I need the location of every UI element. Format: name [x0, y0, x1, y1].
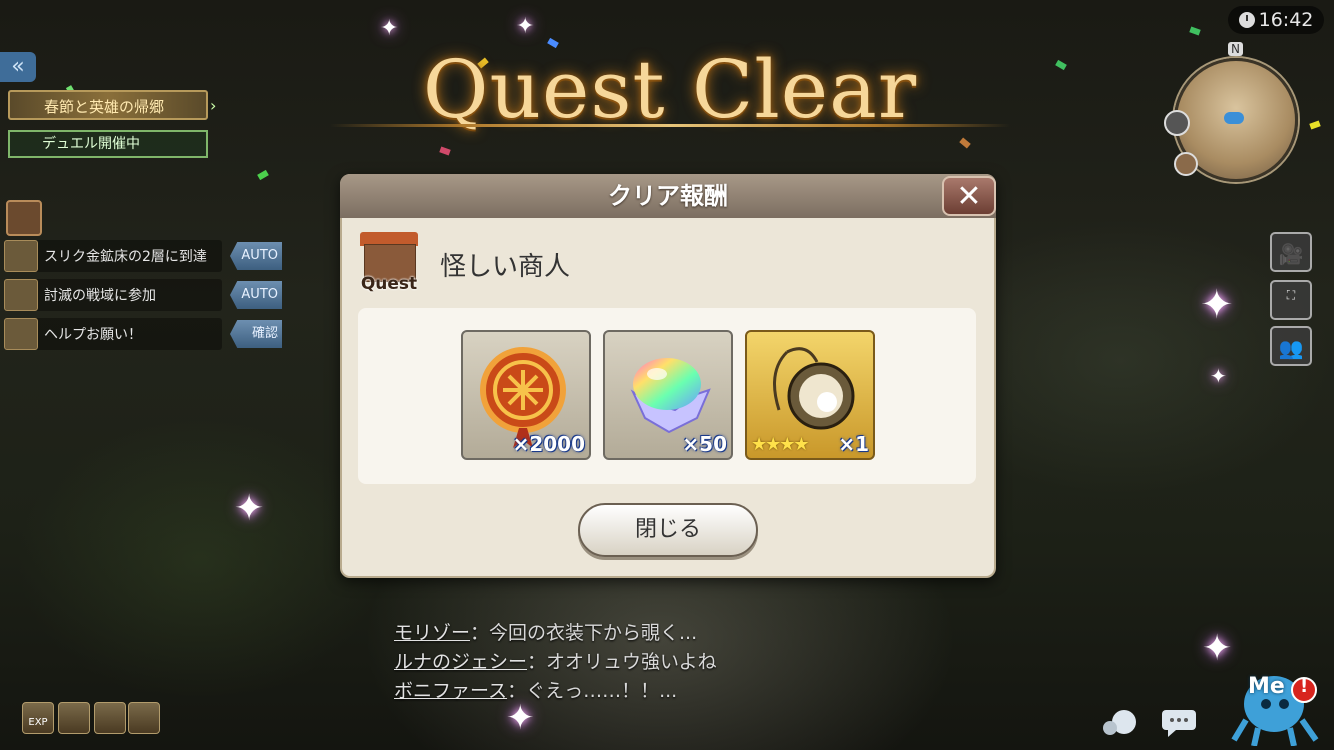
- buff-icon[interactable]: [58, 702, 90, 734]
- title-divider: [330, 124, 1010, 127]
- buff-icon[interactable]: [128, 702, 160, 734]
- confirm-button[interactable]: 確認: [230, 320, 282, 348]
- compass-north-icon: N: [1228, 42, 1243, 56]
- alert-icon: !: [1300, 676, 1309, 697]
- duel-banner-label: デュエル開催中: [42, 136, 140, 152]
- close-icon[interactable]: ✕: [942, 176, 996, 216]
- auto-button[interactable]: AUTO: [230, 281, 282, 309]
- collapse-panel-button[interactable]: «: [0, 52, 36, 82]
- chat-line: ボニファース：ぐえっ……！！...: [394, 676, 677, 703]
- reward-item[interactable]: ×50: [603, 330, 733, 460]
- chat-line: ルナのジェシー：オオリュウ強いよね: [394, 647, 717, 674]
- chevron-right-icon: ›: [210, 96, 217, 115]
- sparkle-icon: ✦: [506, 698, 535, 738]
- quest-list-icon[interactable]: [6, 200, 42, 236]
- auto-button[interactable]: AUTO: [230, 242, 282, 270]
- chat-message: ：今回の衣装下から覗く...: [470, 622, 698, 644]
- sparkle-icon: ✦: [1200, 282, 1234, 328]
- rarity-stars-icon: ★★★★: [751, 434, 810, 455]
- quest-item[interactable]: 討滅の戦域に参加: [4, 279, 222, 311]
- exp-label: EXP: [28, 717, 48, 728]
- clock: 16:42: [1228, 6, 1324, 34]
- reward-item[interactable]: ×2000: [461, 330, 591, 460]
- reward-count: ×1: [838, 432, 869, 456]
- reward-count: ×2000: [512, 432, 585, 456]
- quest-item-label: ヘルプお願い！: [44, 327, 142, 343]
- exp-boost-icon[interactable]: EXP: [22, 702, 54, 734]
- clock-icon: [1238, 12, 1255, 28]
- quest-item[interactable]: ヘルプお願い！: [4, 318, 222, 350]
- quest-item-icon: [4, 279, 38, 311]
- sparkle-icon: ✦: [1210, 364, 1227, 388]
- clock-time: 16:42: [1258, 9, 1314, 31]
- chat-message: ：オオリュウ強いよね: [527, 651, 717, 673]
- quest-item-label: スリク金鉱床の2層に到達: [44, 249, 207, 265]
- camera-icon[interactable]: 🎥: [1270, 232, 1312, 272]
- chat-author[interactable]: ボニファース: [394, 680, 507, 702]
- mascot-menu-button[interactable]: Me !: [1228, 660, 1324, 747]
- chat-author[interactable]: ルナのジェシー: [394, 651, 527, 673]
- quest-item-label: 討滅の戦域に参加: [44, 288, 156, 304]
- party-icon[interactable]: 👥: [1270, 326, 1312, 366]
- map-marker-icon: [1164, 110, 1190, 136]
- chat-author[interactable]: モリゾー: [394, 622, 470, 644]
- quest-badge-icon: Quest: [356, 230, 422, 296]
- reward-count: ×50: [682, 432, 727, 456]
- mascot-icon: [1231, 676, 1319, 747]
- emote-icon[interactable]: [1100, 708, 1138, 738]
- event-banner[interactable]: 春節と英雄の帰郷: [8, 90, 208, 120]
- buff-icon[interactable]: [94, 702, 126, 734]
- event-banner-label: 春節と英雄の帰郷: [44, 98, 165, 116]
- quest-badge-label: Quest: [360, 274, 418, 294]
- sparkle-icon: ✦: [380, 16, 399, 41]
- chat-line: モリゾー：今回の衣装下から覗く...: [394, 618, 697, 645]
- quest-item[interactable]: スリク金鉱床の2層に到達: [4, 240, 222, 272]
- npc-name: 怪しい商人: [440, 252, 571, 282]
- close-button[interactable]: 閉じる: [578, 503, 758, 557]
- map-marker-icon: [1174, 152, 1198, 176]
- player-marker-icon: [1224, 112, 1244, 124]
- duel-banner[interactable]: デュエル開催中: [8, 130, 208, 158]
- dialog-title: クリア報酬: [340, 174, 996, 218]
- chat-message: ：ぐえっ……！！...: [507, 680, 678, 702]
- quest-item-icon: [4, 240, 38, 272]
- quest-item-icon: [4, 318, 38, 350]
- reward-item[interactable]: ★★★★ ×1: [745, 330, 875, 460]
- chat-icon[interactable]: [1160, 708, 1198, 738]
- me-label: Me: [1248, 674, 1285, 699]
- sparkle-icon: ✦: [516, 14, 535, 39]
- auto-mode-icon[interactable]: ⛶: [1270, 280, 1312, 320]
- sparkle-icon: ✦: [234, 488, 265, 529]
